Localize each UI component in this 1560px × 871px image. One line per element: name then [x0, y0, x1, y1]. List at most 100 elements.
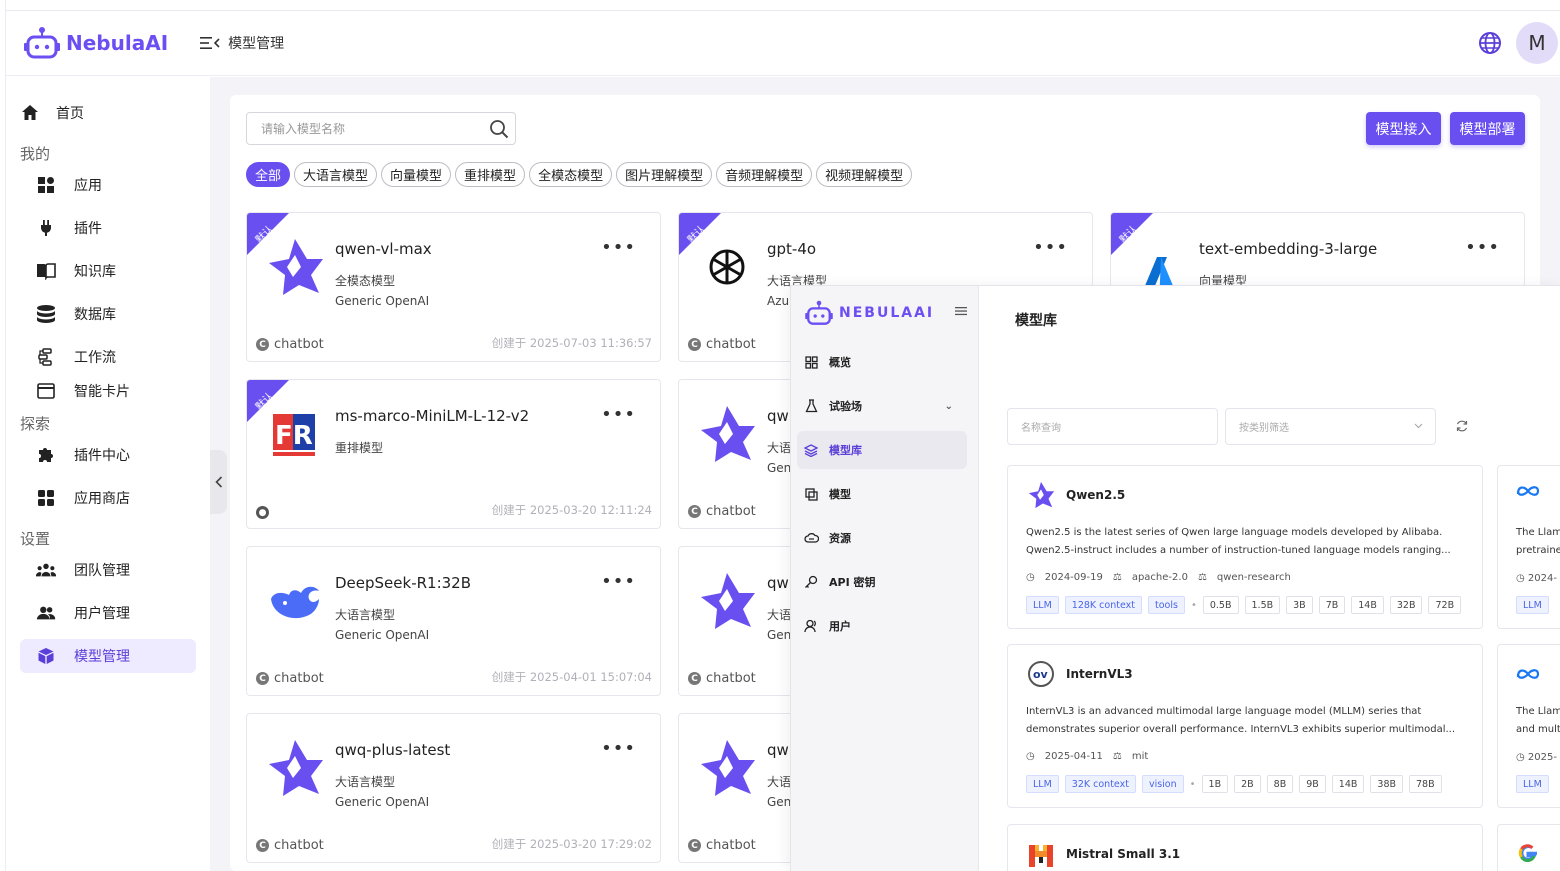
more-icon[interactable]: ••• — [601, 237, 636, 258]
model-card[interactable]: DeepSeek-R1:32B 大语言模型 Generic OpenAI •••… — [246, 546, 661, 696]
user-avatar[interactable]: M — [1516, 22, 1558, 64]
size-tag[interactable]: 72B — [1428, 596, 1462, 614]
card-type: 大语 — [767, 608, 792, 622]
filter-chip-omni[interactable]: 全模态模型 — [529, 162, 613, 187]
category-filter-select[interactable]: 按类别筛选 — [1225, 408, 1436, 445]
sidebar-collapse-button[interactable] — [210, 450, 227, 514]
search-icon[interactable] — [489, 119, 509, 139]
size-tag[interactable]: 9B — [1299, 775, 1326, 793]
card-title: qwen-vl-max — [335, 240, 432, 258]
size-tag[interactable]: 1.5B — [1244, 596, 1281, 614]
key-icon — [803, 574, 819, 590]
overlay-menu-users[interactable]: 用户 — [797, 607, 967, 645]
sidebar-item-app-store[interactable]: 应用商店 — [20, 481, 196, 515]
users-icon — [36, 603, 56, 623]
sidebar-item-models[interactable]: 模型管理 — [20, 639, 196, 673]
library-card-partial[interactable]: The Llam pretraine ◷ 2024- LLM — [1497, 465, 1560, 629]
sidebar-item-label: 智能卡片 — [74, 384, 130, 400]
overlay-brand-logo[interactable]: NEBULAAI — [805, 300, 934, 326]
library-card-partial[interactable]: The Llam and mult ◷ 2025- LLM — [1497, 644, 1560, 808]
sidebar-item-knowledge[interactable]: 知识库 — [20, 254, 196, 288]
sidebar-item-home[interactable]: 首页 — [20, 96, 196, 130]
sidebar-item-plugin-center[interactable]: 插件中心 — [20, 438, 196, 472]
model-search-input[interactable]: 请输入模型名称 — [246, 112, 516, 145]
overlay-menu-overview[interactable]: 概览 — [797, 343, 967, 381]
cloud-icon — [803, 530, 819, 546]
menu-toggle[interactable]: 模型管理 — [200, 33, 284, 53]
brand-logo[interactable]: NebulaAI — [24, 26, 168, 60]
library-card[interactable]: Qwen2.5 Qwen2.5 is the latest series of … — [1007, 465, 1483, 629]
overlay-menu-api-keys[interactable]: API 密钥 — [797, 563, 967, 601]
library-card-partial-line: The Llam — [1516, 527, 1560, 538]
card-title: qw — [767, 741, 789, 759]
overlay-menu-label: 用户 — [829, 620, 851, 633]
size-tag[interactable]: 14B — [1351, 596, 1384, 614]
size-tag[interactable]: 2B — [1234, 775, 1261, 793]
size-tag[interactable]: 7B — [1318, 596, 1346, 614]
size-tag[interactable]: 38B — [1370, 775, 1404, 793]
globe-icon[interactable] — [1478, 31, 1502, 55]
overlay-menu-label: 概览 — [829, 356, 851, 369]
more-icon[interactable]: ••• — [1465, 237, 1500, 258]
sidebar-item-database[interactable]: 数据库 — [20, 297, 196, 331]
chevron-down-icon[interactable]: ⌄ — [945, 401, 953, 412]
library-card-description: InternVL3 is an advanced multimodal larg… — [1026, 703, 1466, 739]
filter-chip-rerank[interactable]: 重排模型 — [455, 162, 526, 187]
overlay-menu-playground[interactable]: 试验场 ⌄ — [797, 387, 967, 425]
model-card[interactable]: 默认 FR ms-marco-MiniLM-L-12-v2 重排模型 ••• ●… — [246, 379, 661, 529]
model-card[interactable]: qwq-plus-latest 大语言模型 Generic OpenAI •••… — [246, 713, 661, 863]
sidebar-item-workflow[interactable]: 工作流 — [20, 340, 196, 374]
library-card[interactable]: Mistral Small 3.1 — [1007, 824, 1483, 871]
size-tag[interactable]: 14B — [1331, 775, 1365, 793]
more-icon[interactable]: ••• — [601, 738, 636, 759]
menu-icon[interactable] — [955, 306, 967, 316]
sidebar-item-users[interactable]: 用户管理 — [20, 596, 196, 630]
sidebar-item-label: 模型管理 — [74, 649, 130, 665]
more-icon[interactable]: ••• — [601, 404, 636, 425]
library-card-partial[interactable] — [1497, 824, 1560, 871]
overlay-menu-resources[interactable]: 资源 — [797, 519, 967, 557]
sidebar-item-label: 插件 — [74, 221, 102, 237]
filter-chip-all[interactable]: 全部 — [246, 162, 291, 187]
card-type: 全模态模型 — [335, 274, 396, 288]
overlay-menu-model-library[interactable]: 模型库 — [797, 431, 967, 469]
name-search-input[interactable]: 名称查询 — [1007, 408, 1218, 445]
more-icon[interactable]: ••• — [1033, 237, 1068, 258]
sidebar-item-apps[interactable]: 应用 — [20, 168, 196, 202]
meta-logo-icon — [1516, 669, 1540, 679]
card-tag-label: chatbot — [274, 838, 324, 853]
size-tag[interactable]: 32B — [1389, 596, 1423, 614]
size-tag[interactable]: 78B — [1409, 775, 1442, 793]
card-title: gpt-4o — [767, 240, 817, 258]
filter-chip-embedding[interactable]: 向量模型 — [381, 162, 452, 187]
model-connect-button[interactable]: 模型接入 — [1366, 112, 1441, 145]
model-card[interactable]: 默认 qwen-vl-max 全模态模型 Generic OpenAI ••• … — [246, 212, 661, 362]
card-date: 创建于 2025-07-03 11:36:57 — [491, 336, 652, 350]
size-tag[interactable]: 0.5B — [1202, 596, 1239, 614]
library-card[interactable]: ov InternVL3 InternVL3 is an advanced mu… — [1007, 644, 1483, 808]
clock-icon: ◷ — [1026, 751, 1035, 762]
meta-logo-icon — [1516, 486, 1540, 496]
overlay-sidebar: NEBULAAI 概览 试验场 ⌄ 模型库 模型 资源 API 密钥 用户 — [791, 286, 979, 871]
size-tag[interactable]: 8B — [1266, 775, 1294, 793]
filter-chip-image[interactable]: 图片理解模型 — [616, 162, 713, 187]
filter-chip-llm[interactable]: 大语言模型 — [294, 162, 378, 187]
license: apache-2.0 — [1131, 572, 1188, 583]
size-tag[interactable]: 1B — [1201, 775, 1229, 793]
refresh-icon[interactable] — [1455, 419, 1469, 433]
separator-dot: • — [1190, 599, 1197, 611]
size-tag[interactable]: 3B — [1286, 596, 1313, 614]
overlay-menu-models[interactable]: 模型 — [797, 475, 967, 513]
library-card-meta: ◷ 2024-09-19 ⚖ apache-2.0 ⚖ qwen-research — [1026, 572, 1301, 583]
sidebar-item-cards[interactable]: 智能卡片 — [20, 374, 196, 408]
sidebar-item-plugins[interactable]: 插件 — [20, 211, 196, 245]
cube-icon — [36, 646, 56, 666]
team-icon — [36, 560, 56, 580]
sidebar-item-team[interactable]: 团队管理 — [20, 553, 196, 587]
filter-chip-video[interactable]: 视频理解模型 — [816, 162, 913, 187]
category-filter-tabs: 全部 大语言模型 向量模型 重排模型 全模态模型 图片理解模型 音频理解模型 视… — [246, 162, 916, 187]
more-icon[interactable]: ••• — [601, 571, 636, 592]
brand-name: NebulaAI — [66, 31, 169, 55]
filter-chip-audio[interactable]: 音频理解模型 — [716, 162, 813, 187]
model-deploy-button[interactable]: 模型部署 — [1450, 112, 1525, 145]
